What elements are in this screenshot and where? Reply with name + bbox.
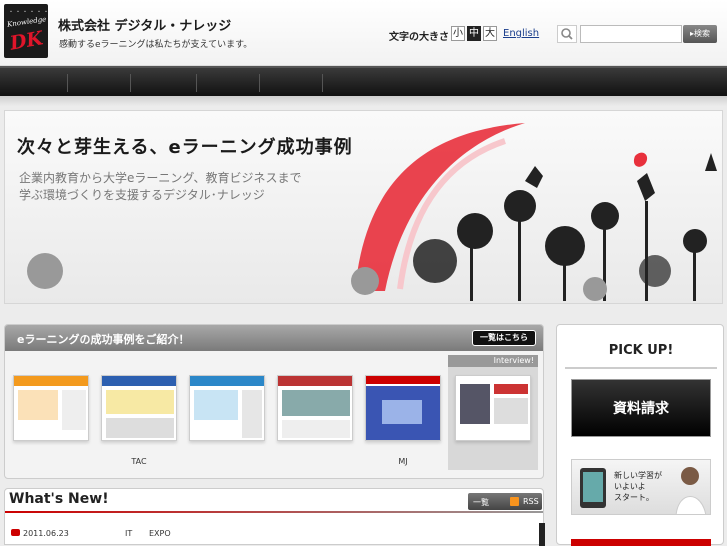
nav-separator <box>130 74 131 92</box>
logo-mark: DK <box>8 27 45 55</box>
case-thumbnail[interactable] <box>277 375 353 441</box>
new-learning-banner[interactable]: 新しい学習が いよいよ スタート。 <box>571 459 711 515</box>
case-label: TAC <box>131 457 147 466</box>
brochure-request-banner[interactable]: 資料請求 <box>571 379 711 437</box>
rss-icon <box>510 497 519 506</box>
new-learning-text: 新しい学習が いよいよ スタート。 <box>614 470 662 503</box>
hero-banner[interactable]: 次々と芽生える、eラーニング成功事例 企業内教育から大学eラーニング、教育ビジネ… <box>4 110 723 304</box>
rss-link[interactable]: RSS <box>523 497 539 506</box>
case-thumbnail[interactable] <box>189 375 265 441</box>
cases-list-button[interactable]: 一覧はこちら <box>472 330 536 346</box>
font-size-medium-button[interactable]: 中 <box>467 26 481 41</box>
news-divider <box>5 511 543 513</box>
banner2-line2: いよいよ <box>614 482 646 491</box>
logo-dots: ・・・・・・・ <box>8 9 48 16</box>
case-thumbnail[interactable] <box>101 375 177 441</box>
search-icon <box>557 25 577 43</box>
news-scrollbar[interactable] <box>539 523 545 546</box>
news-date: 2011.06.23 <box>23 529 69 538</box>
news-list-link[interactable]: 一覧 <box>473 497 489 508</box>
font-size-label: 文字の大きさ <box>389 32 449 43</box>
english-link[interactable]: English <box>503 28 539 39</box>
global-nav <box>0 66 727 96</box>
nav-separator <box>67 74 68 92</box>
whats-new-title: What's New! <box>9 491 109 507</box>
case-label: MJ <box>398 457 408 466</box>
nav-separator <box>196 74 197 92</box>
company-name: 株式会社 デジタル・ナレッジ <box>58 19 232 34</box>
tagline: 感動するeラーニングは私たちが支えています。 <box>59 40 253 50</box>
case-thumbnail[interactable] <box>365 375 441 441</box>
news-category[interactable]: IT <box>125 529 132 538</box>
font-size-small-button[interactable]: 小 <box>451 26 465 41</box>
nav-separator <box>259 74 260 92</box>
banner2-line1: 新しい学習が <box>614 471 662 480</box>
hero-title: 次々と芽生える、eラーニング成功事例 <box>17 137 353 158</box>
news-headline[interactable]: EXPO <box>149 529 171 538</box>
nav-shadow <box>0 96 727 106</box>
banner2-line3: スタート。 <box>614 493 654 502</box>
hero-subtitle-2: 学ぶ環境づくりを支援するデジタル･ナレッジ <box>19 188 265 202</box>
site-header: ・・・・・・・ Knowledge DK 株式会社 デジタル・ナレッジ 感動する… <box>0 0 727 66</box>
case-thumbnail[interactable] <box>13 375 89 441</box>
success-cases-panel: eラーニングの成功事例をご紹介！ 一覧はこちら Interview! TAC M… <box>4 324 544 479</box>
news-bullet-icon <box>11 529 20 538</box>
font-size-large-button[interactable]: 大 <box>483 26 497 41</box>
nav-separator <box>322 74 323 92</box>
pickup-title: PICK UP! <box>608 343 674 358</box>
whats-new-panel: What's New! 一覧 RSS 2011.06.23 IT EXPO <box>4 488 545 546</box>
cases-title: eラーニングの成功事例をご紹介！ <box>17 333 190 346</box>
pickup-panel: PICK UP! 資料請求 新しい学習が いよいよ スタート。 <box>556 324 724 546</box>
company-logo[interactable]: ・・・・・・・ Knowledge DK <box>4 4 48 58</box>
interview-tag: Interview! <box>448 355 538 367</box>
pickup-divider <box>565 367 717 369</box>
search-button[interactable]: ▸検索 <box>683 25 717 43</box>
hero-subtitle-1: 企業内教育から大学eラーニング、教育ビジネスまで <box>19 171 302 185</box>
search-input[interactable] <box>580 25 682 43</box>
case-thumbnail[interactable] <box>455 375 531 441</box>
